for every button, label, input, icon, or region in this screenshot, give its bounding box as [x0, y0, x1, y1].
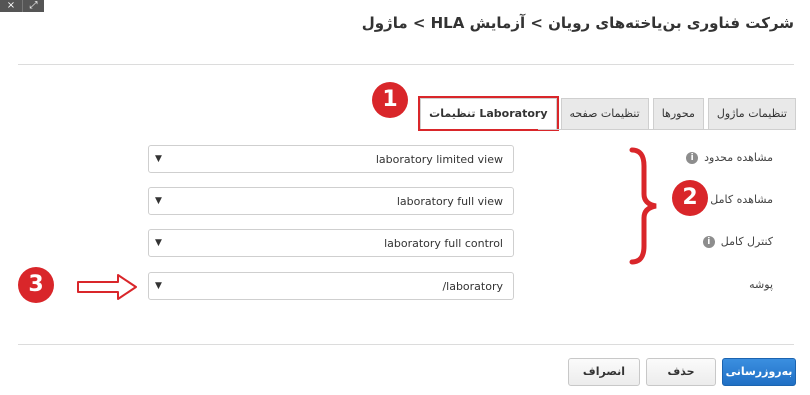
- field-row-folder: /laboratory ▼ پوشه: [148, 272, 773, 302]
- full-view-label-text: مشاهده کامل: [710, 193, 773, 206]
- folder-value: /laboratory: [442, 279, 503, 293]
- footer-divider: [18, 344, 794, 345]
- full-view-value: laboratory full view: [396, 194, 503, 208]
- full-view-select[interactable]: laboratory full view ▼: [148, 187, 514, 215]
- close-icon[interactable]: ×: [0, 0, 22, 12]
- expand-icon[interactable]: ⤢: [22, 0, 44, 12]
- field-row-full-view: laboratory full view ▼ مشاهده کامل i: [148, 187, 773, 217]
- annotation-badge-3: 3: [18, 267, 54, 303]
- limited-view-label-text: مشاهده محدود: [704, 151, 773, 164]
- tab-axes[interactable]: محورها: [652, 98, 704, 129]
- tab-bar: تنظیمات ماژول محورها تنظیمات صفحه Labora…: [418, 96, 796, 131]
- delete-button[interactable]: حذف: [646, 358, 716, 386]
- folder-select[interactable]: /laboratory ▼: [148, 272, 514, 300]
- cancel-button[interactable]: انصراف: [568, 358, 640, 386]
- limited-view-value: laboratory limited view: [375, 152, 503, 166]
- chevron-down-icon: ▼: [155, 154, 162, 164]
- chevron-down-icon: ▼: [155, 238, 162, 248]
- full-control-value: laboratory full control: [384, 236, 503, 250]
- annotation-badge-1: 1: [372, 82, 408, 118]
- full-control-label: کنترل کامل i: [655, 235, 773, 248]
- window-controls: × ⤢: [0, 0, 44, 12]
- header-divider: [18, 64, 794, 65]
- refresh-button[interactable]: به‌روزرسانی: [722, 358, 796, 386]
- folder-label-text: پوشه: [749, 278, 773, 291]
- annotation-badge-2: 2: [672, 180, 708, 216]
- full-control-select[interactable]: laboratory full control ▼: [148, 229, 514, 257]
- limited-view-label: مشاهده محدود i: [655, 151, 773, 164]
- chevron-down-icon: ▼: [155, 281, 162, 291]
- field-row-limited-view: laboratory limited view ▼ مشاهده محدود i: [148, 145, 773, 175]
- chevron-down-icon: ▼: [155, 196, 162, 206]
- tab-underline: [538, 129, 796, 130]
- limited-view-select[interactable]: laboratory limited view ▼: [148, 145, 514, 173]
- brace-annotation: [629, 147, 657, 265]
- tab-page-settings[interactable]: تنظیمات صفحه: [560, 98, 649, 129]
- field-row-full-control: laboratory full control ▼ کنترل کامل i: [148, 229, 773, 259]
- page-title: شرکت فناوری بن‌یاخته‌های رویان > آزمایش …: [361, 14, 794, 32]
- info-icon[interactable]: i: [702, 235, 715, 248]
- arrow-annotation: [77, 274, 137, 300]
- info-icon[interactable]: i: [686, 151, 699, 164]
- tab-laboratory-settings[interactable]: Laboratory تنظیمات: [418, 96, 559, 131]
- folder-label: پوشه: [655, 278, 773, 291]
- full-control-label-text: کنترل کامل: [720, 235, 773, 248]
- tab-module-settings[interactable]: تنظیمات ماژول: [707, 98, 796, 129]
